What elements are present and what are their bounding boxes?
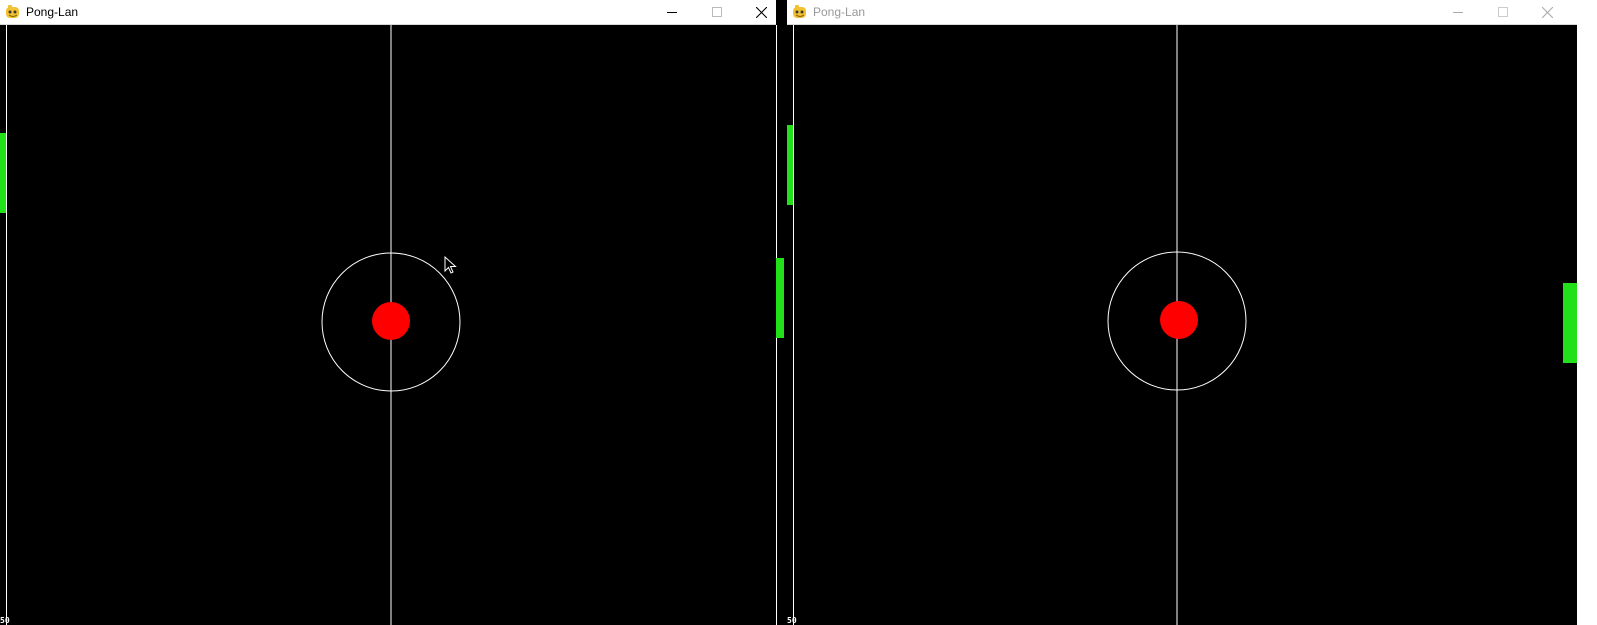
- close-icon: [756, 6, 767, 18]
- pygame-snake-icon: [793, 5, 806, 18]
- minimize-button[interactable]: [649, 0, 694, 24]
- left-paddle: [787, 125, 793, 205]
- minimize-icon: [1452, 12, 1463, 13]
- title-bar[interactable]: Pong-Lan: [787, 0, 1577, 25]
- pygame-snake-icon: [6, 5, 19, 18]
- game-window-right[interactable]: Pong-Lan 50: [787, 0, 1577, 625]
- close-button[interactable]: [739, 0, 776, 24]
- right-paddle-overflow: [776, 258, 784, 338]
- arrow-cursor-icon: [444, 256, 457, 274]
- window-gap: [776, 0, 787, 625]
- close-icon: [1542, 6, 1553, 18]
- ball: [1160, 301, 1198, 339]
- close-button[interactable]: [1525, 0, 1570, 24]
- maximize-button[interactable]: [694, 0, 739, 24]
- maximize-icon: [1497, 7, 1508, 17]
- maximize-icon: [711, 7, 722, 17]
- minimize-button[interactable]: [1435, 0, 1480, 24]
- window-title: Pong-Lan: [813, 5, 866, 19]
- ball: [372, 302, 410, 340]
- game-window-left[interactable]: Pong-Lan 50: [0, 0, 776, 625]
- pong-field[interactable]: 50: [787, 25, 1577, 625]
- score-label: 50: [0, 616, 10, 625]
- minimize-icon: [666, 12, 677, 13]
- title-bar[interactable]: Pong-Lan: [0, 0, 776, 25]
- window-title: Pong-Lan: [26, 5, 79, 19]
- right-paddle: [1563, 283, 1577, 363]
- maximize-button[interactable]: [1480, 0, 1525, 24]
- pong-field[interactable]: 50: [0, 25, 776, 625]
- score-label: 50: [787, 616, 797, 625]
- left-paddle: [0, 133, 6, 213]
